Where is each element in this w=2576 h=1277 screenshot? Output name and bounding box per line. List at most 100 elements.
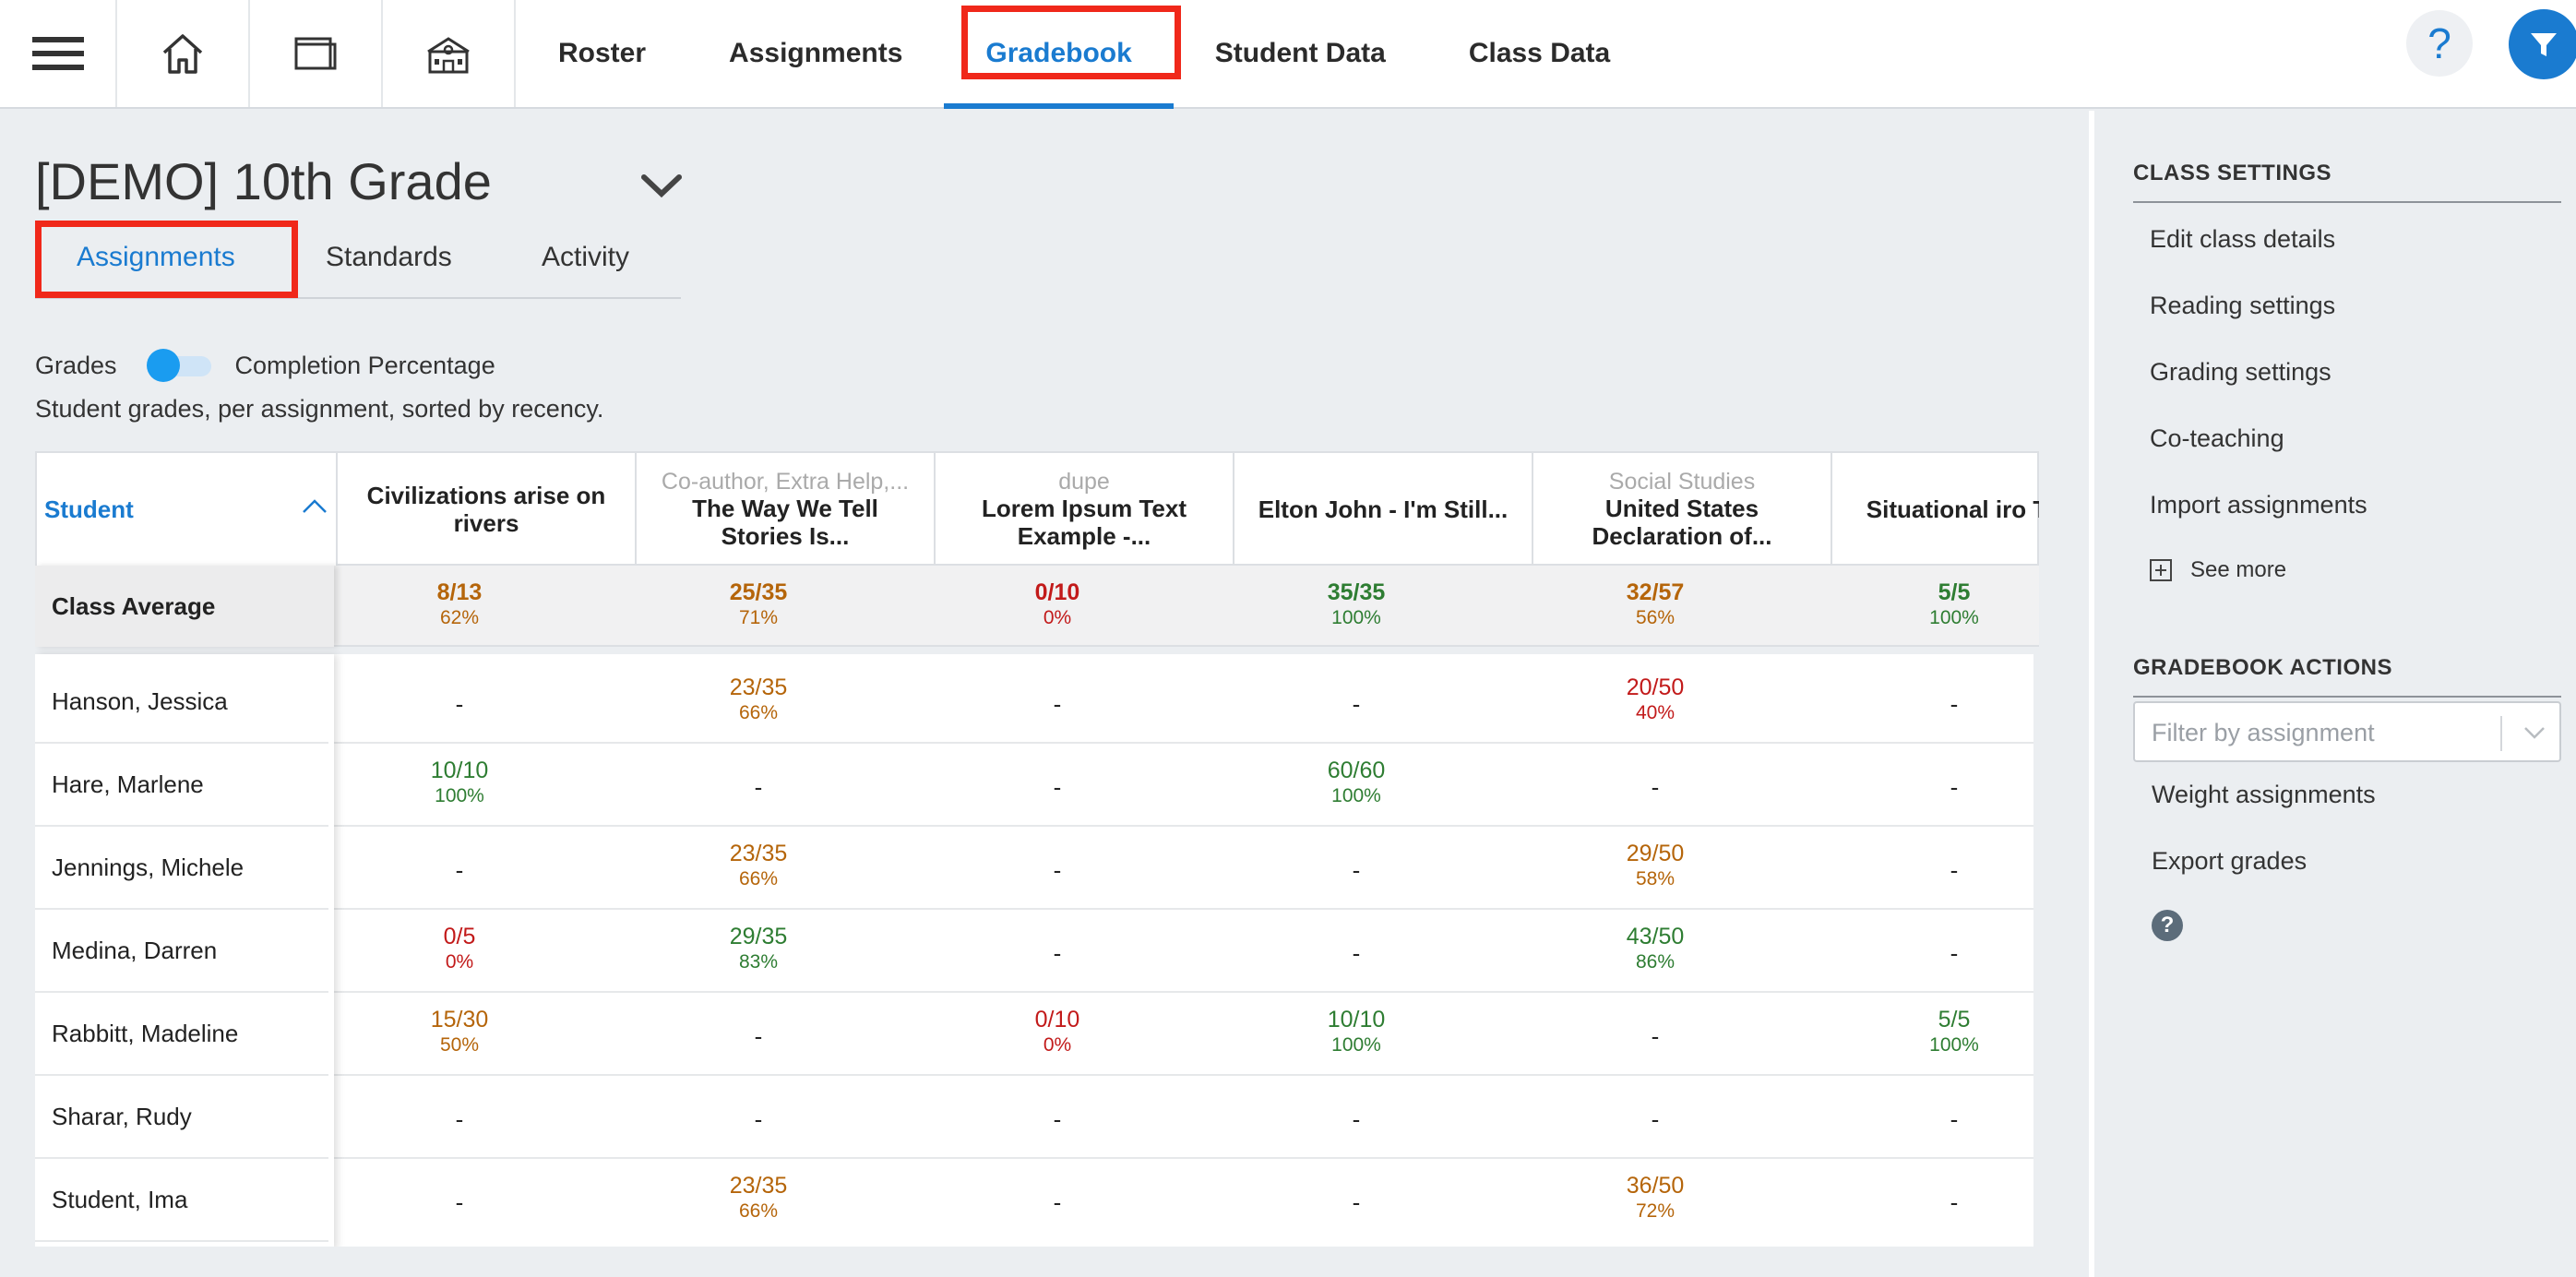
grade-cell[interactable]: - [1805,690,2039,719]
school-button[interactable] [383,0,516,107]
see-more-button[interactable]: See more [2150,557,2286,583]
completion-toggle[interactable] [146,349,213,382]
grade-cell[interactable]: 23/35 66% [609,1172,908,1223]
menu-button[interactable] [0,0,117,107]
sort-chevron-up-icon [303,499,327,513]
grade-cell[interactable]: - [908,856,1207,885]
weight-assignments-link[interactable]: Weight assignments [2152,781,2376,809]
grade-score: 29/35 [729,924,788,949]
grade-cell[interactable]: - [1207,939,1506,968]
grade-percent: 56% [1635,607,1676,628]
hamburger-icon [31,37,84,70]
student-name[interactable]: Sharar, Rudy [35,1076,328,1159]
grade-cell[interactable]: - [310,1188,609,1217]
filter-by-assignment-select[interactable]: Filter by assignment [2133,701,2561,762]
grade-cell[interactable]: - [1506,1022,1805,1051]
nav-roster[interactable]: Roster [516,0,687,107]
assignment-column-header[interactable]: Elton John - I'm Still... [1233,453,1532,566]
grade-cell[interactable]: - [310,690,609,719]
grade-cell[interactable]: - [1207,1188,1506,1217]
grade-cell[interactable]: 25/35 71% [609,579,908,630]
grade-cell[interactable]: 10/10 100% [310,757,609,808]
class-chevron-down-icon[interactable] [640,172,683,199]
tab-standards[interactable]: Standards [326,242,452,273]
co-teaching-link[interactable]: Co-teaching [2150,424,2284,453]
grade-cell[interactable]: - [908,1105,1207,1134]
grade-cell[interactable]: - [310,1105,609,1134]
grade-cell[interactable]: - [908,690,1207,719]
assignment-column-header[interactable]: dupe Lorem Ipsum Text Example -... [934,453,1233,566]
grade-cell[interactable]: 43/50 86% [1506,923,1805,974]
assignment-column-header[interactable]: Co-author, Extra Help,... The Way We Tell… [635,453,934,566]
grade-cell[interactable]: 0/10 0% [908,1006,1207,1057]
grade-cell[interactable]: 36/50 72% [1506,1172,1805,1223]
help-button[interactable]: ? [2406,10,2473,77]
help-icon[interactable]: ? [2152,910,2183,941]
nav-gradebook[interactable]: Gradebook [944,0,1175,109]
student-column-header[interactable]: Student [37,453,336,566]
grade-cell[interactable]: - [1805,939,2039,968]
grade-cell[interactable]: 0/10 0% [908,579,1207,630]
grade-cell[interactable]: 29/50 58% [1506,840,1805,891]
library-button[interactable] [250,0,383,107]
grade-cell[interactable]: - [908,939,1207,968]
grade-cell[interactable]: 20/50 40% [1506,674,1805,725]
grade-cell[interactable]: 15/30 50% [310,1006,609,1057]
grade-empty: - [455,856,464,884]
grading-settings-link[interactable]: Grading settings [2150,358,2332,387]
grade-cell[interactable]: 0/5 0% [310,923,609,974]
grade-cell[interactable]: 23/35 66% [609,840,908,891]
grade-percent: 100% [435,785,484,806]
grade-cell[interactable]: - [609,1105,908,1134]
student-names-column: Hanson, Jessica Hare, Marlene Jennings, Mi… [35,654,334,1247]
grade-cell[interactable]: 8/13 62% [310,579,609,630]
student-name[interactable]: Jennings, Michele [35,827,328,910]
grade-cell[interactable]: - [1805,856,2039,885]
grade-cell[interactable]: - [1805,773,2039,802]
filter-button[interactable] [2509,9,2576,79]
grade-cell[interactable]: - [609,1022,908,1051]
grade-cell[interactable]: 29/35 83% [609,923,908,974]
grade-cell[interactable]: - [1207,690,1506,719]
grade-cell[interactable]: - [1506,773,1805,802]
edit-class-details-link[interactable]: Edit class details [2150,225,2335,254]
assignment-title: Elton John - I'm Still... [1258,495,1509,523]
grade-cell[interactable]: 35/35 100% [1207,579,1506,630]
grade-cell[interactable]: - [1805,1188,2039,1217]
student-name[interactable]: Hare, Marlene [35,744,328,827]
grade-cell[interactable]: 60/60 100% [1207,757,1506,808]
grade-percent: 40% [1635,702,1676,723]
grade-cell[interactable]: - [1506,1105,1805,1134]
assignment-column-header[interactable]: Social Studies United States Declaration … [1532,453,1831,566]
assignment-column-header[interactable]: Situational iro The... [1831,453,2039,566]
grade-cell[interactable]: 5/5 100% [1805,1006,2039,1057]
student-name[interactable]: Medina, Darren [35,910,328,993]
nav-class-data[interactable]: Class Data [1427,0,1652,107]
grade-empty: - [1651,1022,1660,1050]
assignment-column-header[interactable]: Civilizations arise on rivers [336,453,635,566]
class-average-row: Class Average 8/13 62% 25/35 71% 0/10 0% 35/35… [35,566,2039,647]
grade-cell[interactable]: - [1207,1105,1506,1134]
grade-cell[interactable]: - [609,773,908,802]
student-name[interactable]: Student, Ima [35,1159,328,1242]
grade-cell[interactable]: - [908,773,1207,802]
tab-assignments[interactable]: Assignments [77,242,235,273]
reading-settings-link[interactable]: Reading settings [2150,292,2335,320]
tab-activity[interactable]: Activity [542,242,629,273]
nav-student-data[interactable]: Student Data [1174,0,1427,107]
export-grades-link[interactable]: Export grades [2152,847,2307,876]
home-button[interactable] [117,0,250,107]
grade-cell[interactable]: 5/5 100% [1805,579,2039,630]
grades-label: Grades [35,351,117,379]
grade-cell[interactable]: - [908,1188,1207,1217]
grade-cell[interactable]: 10/10 100% [1207,1006,1506,1057]
grade-cell[interactable]: 32/57 56% [1506,579,1805,630]
student-name[interactable]: Rabbitt, Madeline [35,993,328,1076]
grade-cell[interactable]: - [1207,856,1506,885]
student-name[interactable]: Hanson, Jessica [35,661,328,744]
nav-assignments[interactable]: Assignments [687,0,944,107]
import-assignments-link[interactable]: Import assignments [2150,491,2367,519]
grade-cell[interactable]: - [1805,1105,2039,1134]
grade-cell[interactable]: 23/35 66% [609,674,908,725]
grade-cell[interactable]: - [310,856,609,885]
